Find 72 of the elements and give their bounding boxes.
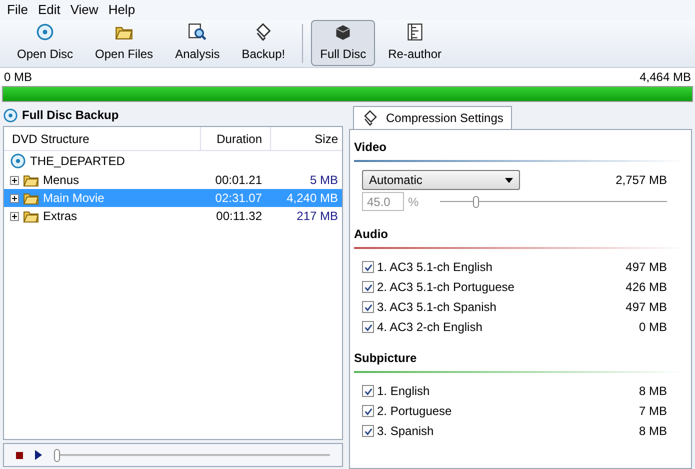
duration-cell-text: 02:31.07 <box>214 190 263 207</box>
node-label: THE_DEPARTED <box>30 153 125 170</box>
size-cell-text: 4,240 MB <box>286 190 339 207</box>
node-label: Main Movie <box>43 190 104 207</box>
tab[interactable]: Compression Settings <box>353 106 512 129</box>
track-size: 0 MB <box>638 319 667 336</box>
pen-icon <box>254 23 272 41</box>
track-label: 3. AC3 5.1-ch Spanish <box>377 299 498 316</box>
column-header[interactable]: Size <box>270 127 342 150</box>
section-heading: Video <box>354 139 388 156</box>
checkbox[interactable] <box>362 321 374 333</box>
toolbar-button[interactable]: Open Disc <box>8 20 82 66</box>
toolbar-button[interactable]: Re-author <box>379 20 450 66</box>
menu-item[interactable]: Help <box>105 0 138 20</box>
toolbar-button[interactable]: Full Disc <box>311 20 376 66</box>
play-icon[interactable] <box>35 450 42 460</box>
track-size: 7 MB <box>638 403 667 420</box>
video-size: 2,757 MB <box>616 172 667 189</box>
duration-cell-text: 00:11.32 <box>215 208 263 225</box>
expand-icon[interactable] <box>10 176 19 184</box>
checkbox[interactable] <box>362 261 374 273</box>
checkbox[interactable] <box>362 405 374 417</box>
disc-icon <box>36 23 54 41</box>
total-size: 4,464 MB <box>640 69 691 86</box>
stop-icon[interactable] <box>16 452 23 458</box>
size-cell-text: 5 MB <box>308 172 339 189</box>
menu-item[interactable]: File <box>4 0 31 20</box>
track-size: 8 MB <box>638 383 667 400</box>
duration-cell-text: 00:01.21 <box>214 172 263 189</box>
expand-icon[interactable] <box>10 212 19 220</box>
box-icon <box>334 23 352 41</box>
list-icon <box>406 23 424 41</box>
used-size: 0 MB <box>4 69 32 86</box>
pen-icon <box>362 110 378 126</box>
caret-icon <box>505 178 513 182</box>
panel-title: Full Disc Backup <box>22 107 119 124</box>
section-heading: Audio <box>354 226 389 243</box>
checkbox[interactable] <box>362 385 374 397</box>
track-label: 3. Spanish <box>377 423 435 440</box>
track-size: 497 MB <box>626 299 667 316</box>
column-header[interactable]: DVD Structure <box>4 130 200 148</box>
toolbar-button[interactable]: Open Files <box>86 20 162 66</box>
track-size: 426 MB <box>626 279 667 296</box>
column-header[interactable]: Duration <box>200 127 270 150</box>
node-label: Extras <box>43 208 78 225</box>
track-label: 2. Portuguese <box>377 403 453 420</box>
track-label: 4. AC3 2-ch English <box>377 319 484 336</box>
track-label: 1. English <box>377 383 431 400</box>
track-label: 1. AC3 5.1-ch English <box>377 259 494 276</box>
checkbox[interactable] <box>362 301 374 313</box>
expand-icon[interactable] <box>10 194 19 202</box>
checkbox[interactable] <box>362 425 374 437</box>
size-cell-text: 217 MB <box>296 208 339 225</box>
node-label: Menus <box>43 172 80 189</box>
track-label: 2. AC3 5.1-ch Portuguese <box>377 279 516 296</box>
menu-item[interactable]: Edit <box>34 0 64 20</box>
disc-icon <box>3 108 18 122</box>
seek-slider[interactable] <box>54 448 60 462</box>
quality-slider[interactable] <box>473 196 480 208</box>
tree-row[interactable]: Menus 00:01.21 5 MB <box>4 171 342 189</box>
checkbox[interactable] <box>362 281 374 293</box>
section-heading: Subpicture <box>354 350 418 367</box>
track-size: 8 MB <box>638 423 667 440</box>
toolbar-button[interactable]: Analysis <box>166 20 229 66</box>
toolbar-button[interactable]: Backup! <box>232 20 294 66</box>
mode-dropdown[interactable]: Automatic <box>362 170 520 190</box>
percent-unit: % <box>408 194 420 210</box>
disc-icon <box>10 153 26 169</box>
menu-item[interactable]: View <box>67 0 102 20</box>
tree-row[interactable]: Extras 00:11.32 217 MB <box>4 207 342 225</box>
track-size: 497 MB <box>626 259 667 276</box>
magnifier-icon <box>188 23 206 41</box>
